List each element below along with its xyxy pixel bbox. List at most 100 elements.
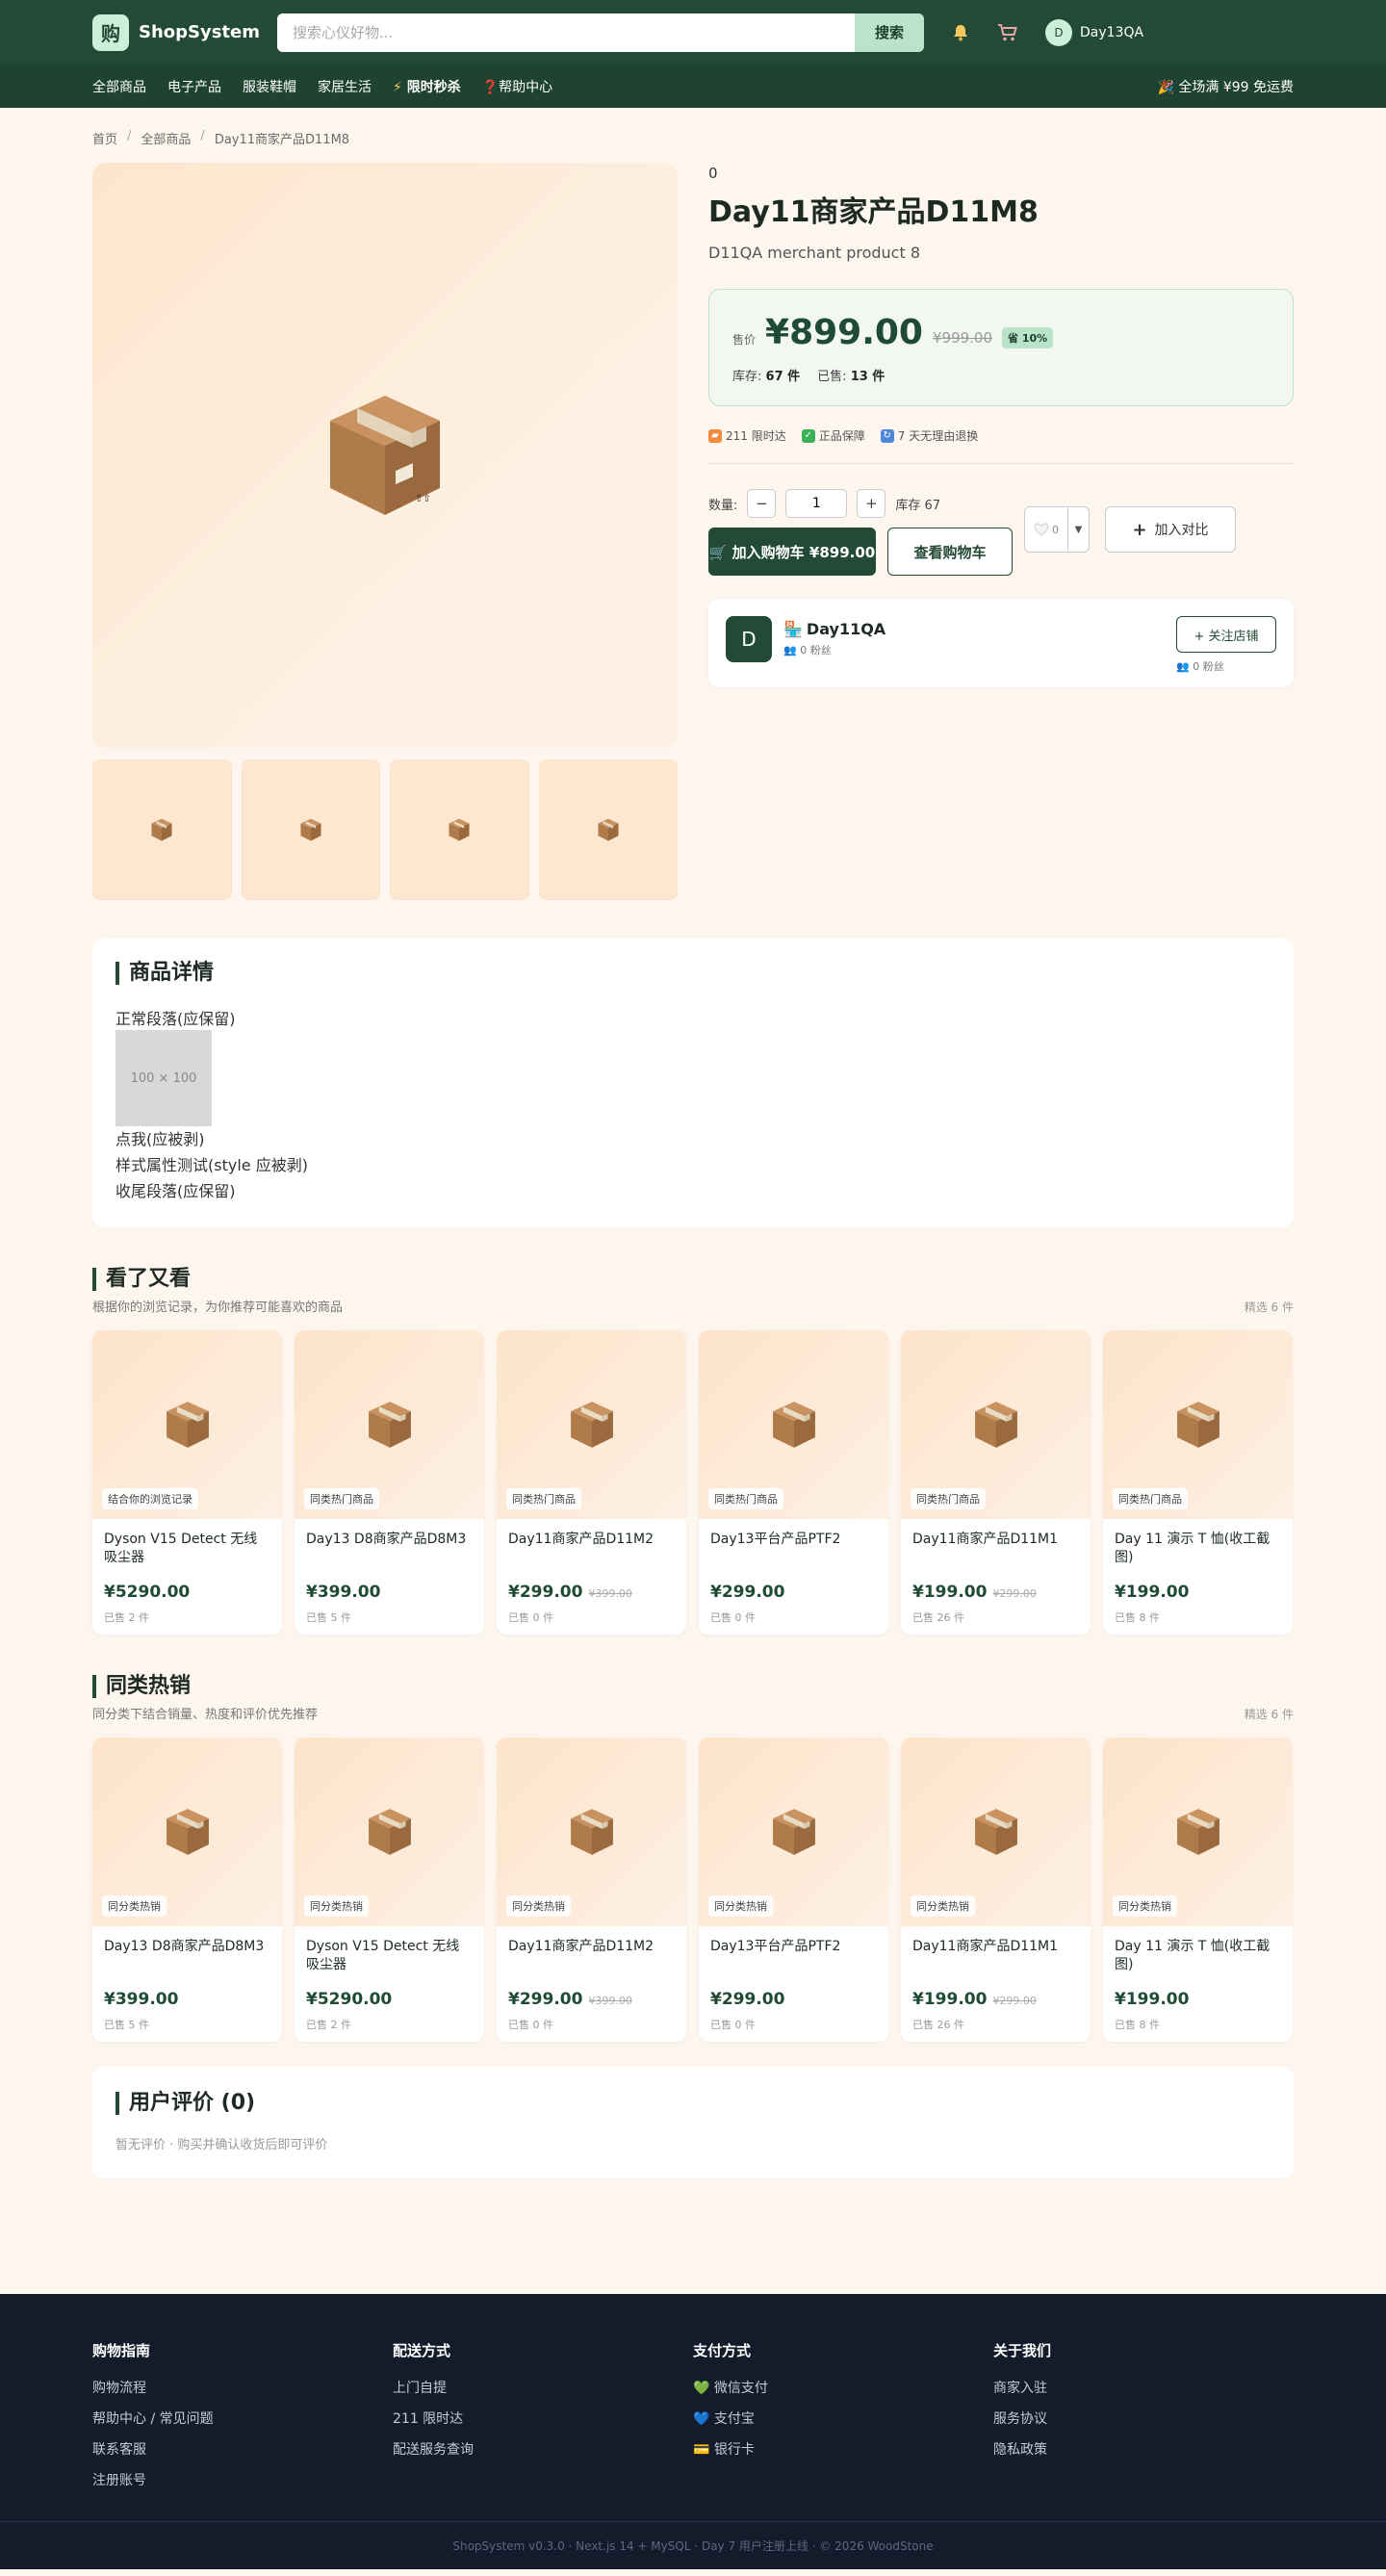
product-card-image[interactable]: 结合你的浏览记录	[92, 1330, 282, 1519]
product-card-image[interactable]: 同分类热销	[1103, 1738, 1293, 1926]
nav-flash-sale[interactable]: ⚡ 限时秒杀	[393, 77, 461, 96]
footer-link[interactable]: 购物流程	[92, 2378, 393, 2397]
product-card-name[interactable]: Day13平台产品PTF2	[710, 1531, 877, 1567]
product-card[interactable]: 同分类热销 Day11商家产品D11M2 ¥299.00 ¥399.00 已售 0 件	[497, 1738, 686, 2042]
footer-link[interactable]: 帮助中心 / 常见问题	[92, 2409, 393, 2428]
price-label: 售价	[732, 333, 757, 347]
product-card-image[interactable]: 同分类热销	[497, 1738, 686, 1926]
product-card[interactable]: 同类热门商品 Day13平台产品PTF2 ¥299.00 已售 0 件	[699, 1330, 888, 1635]
footer-column-title: 购物指南	[92, 2342, 151, 2359]
product-card-name[interactable]: Day 11 演示 T 恤(收工截图)	[1115, 1531, 1281, 1567]
footer-bottom: ShopSystem v0.3.0 · Next.js 14 + MySQL ·…	[0, 2521, 1386, 2569]
footer-link[interactable]: 💳 银行卡	[693, 2439, 993, 2459]
product-card-image[interactable]: 同分类热销	[699, 1738, 888, 1926]
footer-link[interactable]: 211 限时达	[393, 2409, 693, 2428]
package-box-icon	[974, 1809, 1017, 1855]
search-input[interactable]	[277, 13, 856, 52]
breadcrumb: 首页 / 全部商品 / Day11商家产品D11M8	[92, 108, 1294, 163]
product-card-name[interactable]: Dyson V15 Detect 无线吸尘器	[104, 1531, 270, 1567]
package-box-icon	[449, 818, 470, 841]
product-card-name[interactable]: Day13 D8商家产品D8M3	[306, 1531, 473, 1567]
product-card-name[interactable]: Day11商家产品D11M2	[508, 1938, 675, 1974]
product-card-sold: 已售 0 件	[710, 2019, 756, 2031]
add-to-compare-button[interactable]: + 加入对比	[1105, 506, 1236, 553]
product-card[interactable]: 同类热门商品 Day13 D8商家产品D8M3 ¥399.00 已售 5 件	[295, 1330, 484, 1635]
follow-shop-button[interactable]: + 关注店铺	[1176, 616, 1276, 653]
product-card-name[interactable]: Day11商家产品D11M2	[508, 1531, 675, 1567]
quantity-label: 数量:	[708, 498, 738, 513]
nav-electronics[interactable]: 电子产品	[167, 77, 221, 96]
product-card[interactable]: 同分类热销 Dyson V15 Detect 无线吸尘器 ¥5290.00 已售 2 …	[295, 1738, 484, 2042]
footer-link[interactable]: 💙 支付宝	[693, 2409, 993, 2428]
product-card-image[interactable]: 同类热门商品	[497, 1330, 686, 1519]
product-card-image[interactable]: 同分类热销	[92, 1738, 282, 1926]
product-card[interactable]: 同分类热销 Day11商家产品D11M1 ¥199.00 ¥299.00 已售 26 件	[901, 1738, 1091, 2042]
product-card-image[interactable]: 同类热门商品	[901, 1330, 1091, 1519]
breadcrumb-all-products[interactable]: 全部商品	[141, 129, 191, 147]
footer-link[interactable]: 注册账号	[92, 2470, 393, 2489]
product-card-name[interactable]: Day13平台产品PTF2	[710, 1938, 877, 1974]
nav-all-products[interactable]: 全部商品	[92, 77, 146, 96]
product-card-name[interactable]: Day11商家产品D11M1	[912, 1938, 1079, 1974]
product-card-price: ¥199.00	[1115, 1990, 1190, 2009]
bell-icon[interactable]	[951, 23, 970, 42]
product-card-image[interactable]: 同类热门商品	[295, 1330, 484, 1519]
product-card-name[interactable]: Day11商家产品D11M1	[912, 1531, 1079, 1567]
quantity-increase-button[interactable]: +	[857, 489, 886, 518]
quantity-input[interactable]	[785, 489, 848, 518]
product-card[interactable]: 同分类热销 Day 11 演示 T 恤(收工截图) ¥199.00 已售 8 件	[1103, 1738, 1293, 2042]
nav-help-center[interactable]: ❓帮助中心	[482, 77, 552, 96]
product-card-image[interactable]: 同类热门商品	[1103, 1330, 1293, 1519]
product-card-list: 同分类热销 Day13 D8商家产品D8M3 ¥399.00 已售 5 件 同分类热销 D…	[92, 1738, 1294, 2042]
footer-link[interactable]: 商家入驻	[993, 2378, 1294, 2397]
main-product-image[interactable]: ⇧⇧	[92, 163, 678, 748]
product-card[interactable]: 同分类热销 Day13平台产品PTF2 ¥299.00 已售 0 件	[699, 1738, 888, 2042]
product-card-name[interactable]: Dyson V15 Detect 无线吸尘器	[306, 1938, 473, 1974]
product-card-image[interactable]: 同分类热销	[901, 1738, 1091, 1926]
product-card[interactable]: 同类热门商品 Day11商家产品D11M2 ¥299.00 ¥399.00 已售 0 件	[497, 1330, 686, 1635]
product-card[interactable]: 同类热门商品 Day11商家产品D11M1 ¥199.00 ¥299.00 已售 26 …	[901, 1330, 1091, 1635]
footer-link[interactable]: 隐私政策	[993, 2439, 1294, 2459]
package-box-icon	[570, 1809, 613, 1855]
plus-icon: +	[1132, 519, 1147, 540]
search-button[interactable]: 搜索	[855, 13, 925, 52]
footer-link[interactable]: 💚 微信支付	[693, 2378, 993, 2397]
product-card-image[interactable]: 同类热门商品	[699, 1330, 888, 1519]
shop-fans: 👥 0 粉丝	[783, 644, 832, 657]
product-card-tag: 同类热门商品	[708, 1488, 783, 1509]
nav-apparel[interactable]: 服装鞋帽	[243, 77, 296, 96]
footer-link[interactable]: 配送服务查询	[393, 2439, 693, 2459]
quantity-decrease-button[interactable]: −	[747, 489, 777, 518]
product-card[interactable]: 结合你的浏览记录 Dyson V15 Detect 无线吸尘器 ¥5290.00 已售…	[92, 1330, 282, 1635]
footer-link[interactable]: 服务协议	[993, 2409, 1294, 2428]
thumbnail-4[interactable]	[538, 760, 678, 900]
avatar: D	[1045, 18, 1073, 46]
breadcrumb-home[interactable]: 首页	[92, 129, 117, 147]
shop-avatar[interactable]: D	[726, 616, 772, 662]
product-card-price: ¥5290.00	[104, 1583, 191, 1602]
product-card-image[interactable]: 同分类热销	[295, 1738, 484, 1926]
favorite-dropdown-button[interactable]: ▼	[1068, 506, 1090, 553]
view-cart-button[interactable]: 查看购物车	[887, 528, 1013, 576]
product-card-sold: 已售 2 件	[306, 2019, 351, 2031]
footer-link[interactable]: 联系客服	[92, 2439, 393, 2459]
detail-paragraph: 样式属性测试(style 应被剥)	[116, 1156, 308, 1174]
purchase-actions: 🛒 加入购物车 ¥899.00 查看购物车 0 ▼ + 加入对比	[708, 506, 1294, 576]
favorite-button[interactable]: 0	[1024, 506, 1068, 553]
add-to-cart-button[interactable]: 🛒 加入购物车 ¥899.00	[708, 528, 876, 576]
thumbnail-2[interactable]	[241, 760, 380, 900]
nav-home-living[interactable]: 家居生活	[318, 77, 372, 96]
badge-fast-delivery: ▰ 211 限时达	[708, 427, 786, 444]
thumbnail-1[interactable]	[92, 760, 232, 900]
footer-link[interactable]: 上门自提	[393, 2378, 693, 2397]
cart-icon[interactable]	[997, 23, 1018, 42]
site-logo[interactable]: 购 ShopSystem	[92, 13, 260, 51]
product-card[interactable]: 同分类热销 Day13 D8商家产品D8M3 ¥399.00 已售 5 件	[92, 1738, 282, 2042]
product-card-name[interactable]: Day13 D8商家产品D8M3	[104, 1938, 270, 1974]
shop-name[interactable]: 🏪 Day11QA	[783, 620, 886, 638]
user-menu[interactable]: D Day13QA	[1045, 18, 1143, 46]
product-card[interactable]: 同类热门商品 Day 11 演示 T 恤(收工截图) ¥199.00 已售 8 件	[1103, 1330, 1293, 1635]
product-card-original-price: ¥299.00	[992, 1995, 1037, 2007]
thumbnail-3[interactable]	[390, 760, 529, 900]
product-card-name[interactable]: Day 11 演示 T 恤(收工截图)	[1115, 1938, 1281, 1974]
